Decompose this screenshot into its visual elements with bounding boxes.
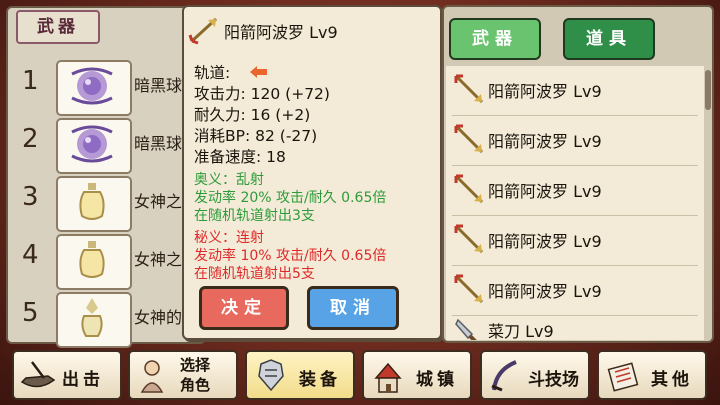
slot-item-frame	[56, 292, 132, 348]
character-icon	[140, 360, 164, 393]
list-item-name: 阳箭阿波罗 Lv9	[488, 282, 602, 301]
slot-item-frame	[56, 118, 132, 174]
secret-skill-1-title: 奥义：乱射	[194, 172, 264, 188]
nav-other[interactable]: 其他	[597, 350, 707, 400]
equip-slot-1[interactable]: 1 暗黑球	[6, 58, 206, 116]
nav-sortie[interactable]: 出击	[12, 350, 122, 400]
kitchen-knife-icon	[455, 318, 477, 340]
bp-cost-stat: 消耗BP: 82 (-27)	[194, 127, 318, 145]
secret-skill-2-effect: 在随机轨道射出5支	[194, 266, 315, 282]
cancel-button[interactable]: 取消	[307, 286, 399, 330]
town-icon	[374, 362, 402, 393]
nav-select-character[interactable]: 选择 角色	[128, 350, 238, 400]
slot-item-frame	[56, 176, 132, 232]
durability-stat: 耐久力: 16 (+2)	[194, 106, 311, 124]
list-item[interactable]: 阳箭阿波罗 Lv9	[446, 116, 704, 166]
list-item[interactable]: 阳箭阿波罗 Lv9	[446, 66, 704, 116]
trajectory-label: 轨道:	[194, 64, 231, 82]
potion-bottle-icon	[79, 183, 105, 220]
slot-item-frame	[56, 60, 132, 116]
list-item-name: 阳箭阿波罗 Lv9	[488, 82, 602, 101]
list-item-name: 阳箭阿波罗 Lv9	[488, 182, 602, 201]
slot-item-name: 女神之	[134, 250, 183, 269]
slot-item-name: 女神之	[134, 192, 183, 211]
list-item[interactable]: 阳箭阿波罗 Lv9	[446, 216, 704, 266]
equip-slot-4[interactable]: 4 女神之	[6, 232, 206, 290]
nav-town-label: 城镇	[416, 370, 458, 390]
list-item-name: 阳箭阿波罗 Lv9	[488, 232, 602, 251]
ship-icon	[20, 361, 56, 388]
potion-bottle-icon	[79, 241, 105, 278]
nav-select-label-2: 角色	[180, 376, 211, 394]
nav-equip-label: 装备	[299, 370, 341, 390]
list-item-name: 阳箭阿波罗 Lv9	[488, 132, 602, 151]
list-scrollbar[interactable]	[705, 70, 711, 110]
slot-item-name: 暗黑球	[134, 76, 183, 95]
secret-skill-2-title: 秘义：连射	[194, 230, 264, 246]
dark-orb-icon	[71, 125, 113, 163]
secret-skill-1-rate: 发动率 20% 攻击/耐久 0.65倍	[194, 190, 387, 206]
equip-slot-5[interactable]: 5 女神的	[6, 290, 206, 348]
scroll-icon	[607, 362, 639, 392]
crystal-vial-icon	[81, 298, 103, 337]
dark-orb-icon	[71, 67, 113, 105]
arrow-icon	[454, 274, 484, 304]
slot-number: 1	[22, 66, 39, 96]
equip-slot-2[interactable]: 2 暗黑球	[6, 116, 206, 174]
detail-title: 阳箭阿波罗 Lv9	[224, 23, 338, 42]
slot-item-name: 女神的	[134, 308, 183, 327]
list-item[interactable]: 阳箭阿波罗 Lv9	[446, 266, 704, 316]
arrow-icon	[454, 174, 484, 204]
arrow-icon	[188, 17, 218, 45]
slot-number: 2	[22, 124, 39, 154]
arrow-icon	[454, 74, 484, 104]
prep-speed-stat: 准备速度: 18	[194, 148, 286, 166]
list-item[interactable]: 菜刀 Lv9	[446, 312, 704, 340]
slot-number: 4	[22, 240, 39, 270]
sword-icon	[491, 360, 517, 392]
nav-town[interactable]: 城镇	[362, 350, 472, 400]
trajectory-arrow-icon	[250, 66, 267, 78]
slot-number: 3	[22, 182, 39, 212]
armor-icon	[258, 359, 284, 392]
nav-other-label: 其他	[651, 370, 693, 390]
secret-skill-2-rate: 发动率 10% 攻击/耐久 0.65倍	[194, 248, 387, 264]
tab-items[interactable]: 道具	[563, 18, 655, 60]
arrow-icon	[454, 124, 484, 154]
inventory-list[interactable]: 阳箭阿波罗 Lv9 阳箭阿波罗 Lv9 阳箭阿波罗 Lv9 阳箭阿波罗 Lv9	[446, 66, 704, 340]
nav-arena[interactable]: 斗技场	[480, 350, 590, 400]
nav-select-label-1: 选择	[180, 356, 211, 374]
nav-sortie-label: 出击	[62, 370, 104, 390]
slot-number: 5	[22, 298, 39, 328]
slot-item-name: 暗黑球	[134, 134, 183, 153]
arrow-icon	[454, 224, 484, 254]
secret-skill-1-effect: 在随机轨道射出3支	[194, 208, 315, 224]
tab-weapons[interactable]: 武器	[449, 18, 541, 60]
list-item-name: 菜刀 Lv9	[488, 322, 554, 340]
nav-arena-label: 斗技场	[528, 370, 579, 390]
attack-stat: 攻击力: 120 (+72)	[194, 85, 330, 103]
weapon-category-tab[interactable]: 武器	[16, 10, 100, 44]
nav-equip[interactable]: 装备	[245, 350, 355, 400]
confirm-button[interactable]: 决定	[199, 286, 289, 330]
slot-item-frame	[56, 234, 132, 290]
equip-slot-3[interactable]: 3 女神之	[6, 174, 206, 232]
list-item[interactable]: 阳箭阿波罗 Lv9	[446, 166, 704, 216]
